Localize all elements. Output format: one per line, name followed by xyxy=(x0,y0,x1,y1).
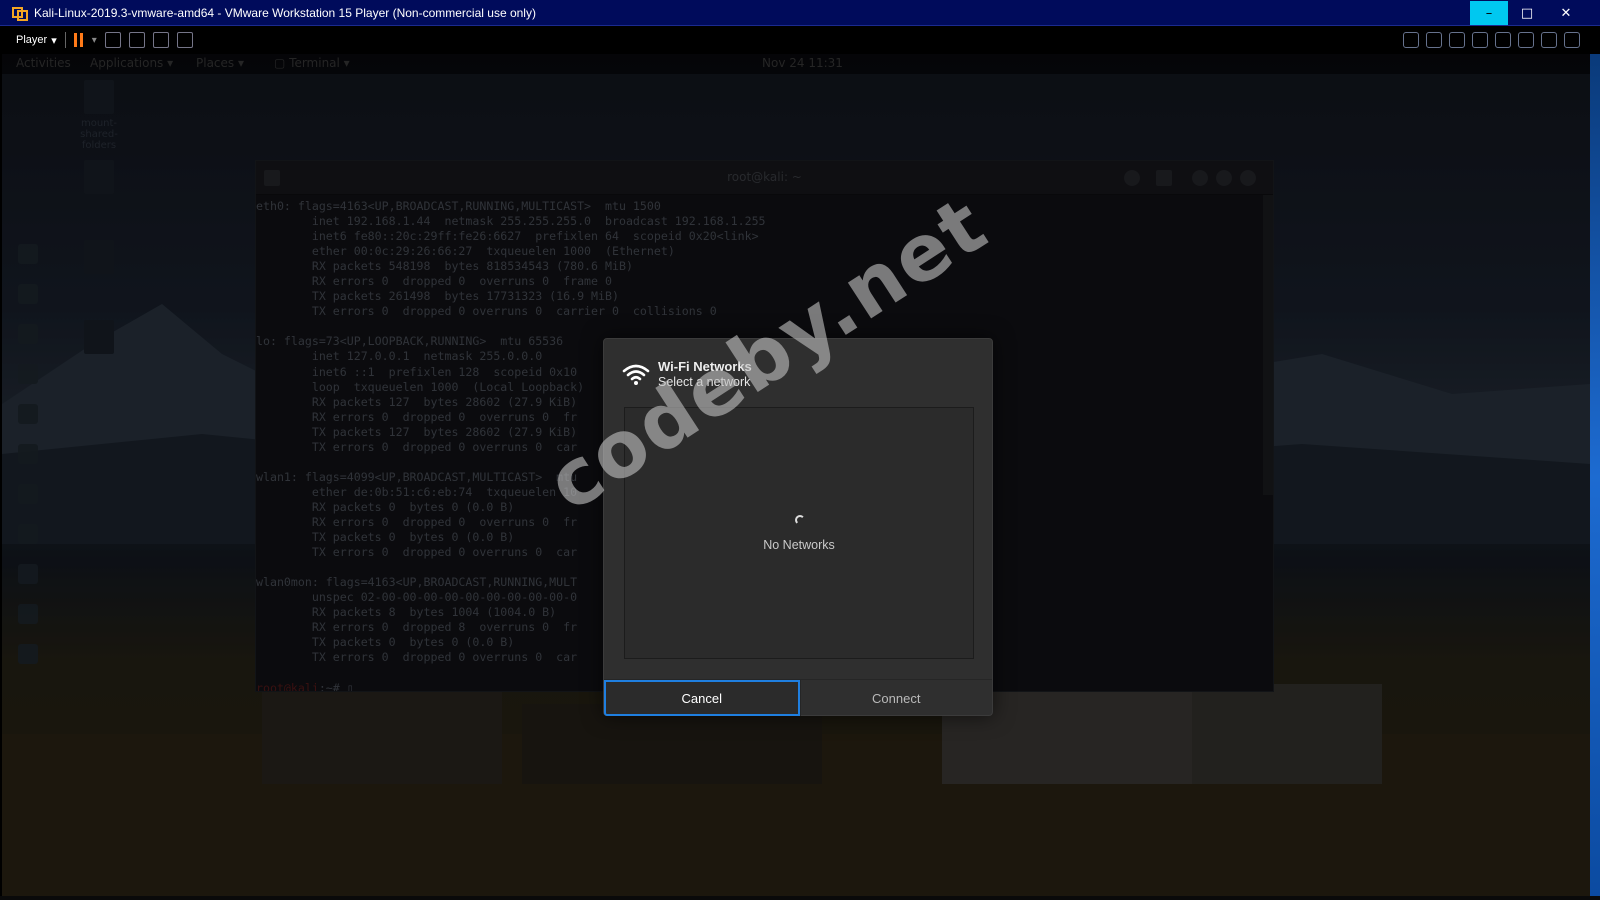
empty-state-text: No Networks xyxy=(763,538,835,552)
vmware-logo-icon xyxy=(12,6,28,21)
hard-disk-icon[interactable] xyxy=(1426,32,1442,48)
network-adapter-icon[interactable] xyxy=(1472,32,1488,48)
dialog-actions: Cancel Connect xyxy=(604,679,993,716)
guest-desktop: Activities Applications ▾ Places ▾ ▢ Ter… xyxy=(2,54,1590,900)
pause-icon[interactable] xyxy=(73,33,86,47)
connect-button[interactable]: Connect xyxy=(799,680,993,716)
unity-icon[interactable] xyxy=(128,32,145,48)
vmware-toolbar: Player ▾ ▾ xyxy=(0,26,1600,54)
host-taskbar-edge xyxy=(0,896,1600,900)
minimize-button[interactable]: – xyxy=(1470,1,1508,25)
sound-card-icon[interactable] xyxy=(1495,32,1511,48)
chevron-down-icon: ▾ xyxy=(51,34,57,47)
player-menu-label: Player xyxy=(16,34,48,46)
forward-icon[interactable] xyxy=(1403,32,1419,48)
fit-guest-icon[interactable] xyxy=(176,32,193,48)
chevron-down-icon[interactable]: ▾ xyxy=(92,35,97,46)
device-icons xyxy=(1403,32,1580,48)
printer-icon[interactable] xyxy=(1518,32,1534,48)
send-ctrl-alt-del-icon[interactable] xyxy=(104,32,121,48)
cd-drive-icon[interactable] xyxy=(1449,32,1465,48)
close-button[interactable]: ✕ xyxy=(1547,0,1585,26)
usb-device-icon[interactable] xyxy=(1564,32,1580,48)
usb-device-icon[interactable] xyxy=(1541,32,1557,48)
cancel-button[interactable]: Cancel xyxy=(604,680,800,716)
toolbar-divider xyxy=(64,32,66,48)
fullscreen-icon[interactable] xyxy=(152,32,169,48)
window-title: Kali-Linux-2019.3-vmware-amd64 - VMware … xyxy=(34,5,536,20)
loading-spinner-icon xyxy=(795,515,805,525)
player-menu-button[interactable]: Player ▾ xyxy=(16,34,57,47)
host-desktop-edge xyxy=(1590,54,1600,900)
vmware-titlebar: Kali-Linux-2019.3-vmware-amd64 - VMware … xyxy=(0,0,1600,26)
maximize-button[interactable]: □ xyxy=(1508,0,1546,26)
